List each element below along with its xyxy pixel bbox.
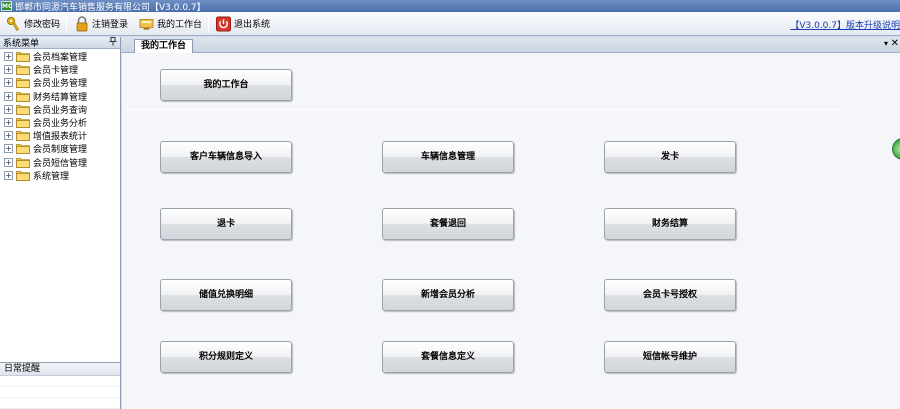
expand-icon[interactable]: + bbox=[4, 157, 13, 167]
workbench-content: 我的工作台 客户车辆信息导入 车辆信息管理 发卡 退卡 套餐退回 财务结算 储值… bbox=[122, 53, 900, 409]
folder-icon bbox=[16, 170, 30, 181]
issue-card-button[interactable]: 发卡 bbox=[604, 141, 736, 173]
change-password-label: 修改密码 bbox=[24, 20, 61, 30]
tab-bar: 我的工作台 ▾ ✕ bbox=[122, 37, 900, 53]
expand-icon[interactable]: + bbox=[4, 104, 13, 114]
tab-workbench[interactable]: 我的工作台 bbox=[134, 39, 194, 53]
vehicle-info-management-button[interactable]: 车辆信息管理 bbox=[382, 141, 514, 173]
tab-dropdown-icon[interactable]: ▾ bbox=[884, 39, 888, 48]
sidebar-item-label: 财务结算管理 bbox=[33, 92, 88, 103]
folder-icon bbox=[16, 104, 30, 115]
sidebar-item-label: 会员制度管理 bbox=[33, 145, 88, 156]
floating-assistant-icon[interactable] bbox=[892, 138, 900, 160]
sidebar-item-label: 会员档案管理 bbox=[33, 53, 88, 64]
folder-icon bbox=[16, 51, 30, 62]
sidebar-tree-item[interactable]: + 会员档案管理 bbox=[0, 50, 120, 63]
toolbar-separator bbox=[208, 14, 210, 33]
sidebar-tree-item[interactable]: + 增值报表统计 bbox=[0, 129, 120, 142]
title-bar: MC 邯郸市同源汽车销售服务有限公司【V3.0.0.7】 bbox=[0, 0, 900, 13]
stored-value-exchange-detail-button[interactable]: 储值兑换明细 bbox=[160, 279, 292, 311]
system-menu-header: 系统菜单 bbox=[0, 37, 120, 49]
package-info-definition-button[interactable]: 套餐信息定义 bbox=[382, 341, 514, 373]
workbench-icon bbox=[139, 16, 154, 32]
financial-settlement-button[interactable]: 财务结算 bbox=[604, 208, 736, 240]
sidebar-item-label: 会员业务管理 bbox=[33, 79, 88, 90]
reminder-row bbox=[0, 387, 120, 398]
exit-button[interactable]: 退出系统 bbox=[210, 13, 275, 35]
sms-account-maintenance-button[interactable]: 短信帐号维护 bbox=[604, 341, 736, 373]
sidebar-tree-item[interactable]: + 会员业务分析 bbox=[0, 116, 120, 129]
app-icon: MC bbox=[1, 1, 13, 11]
my-workbench-button[interactable]: 我的工作台 bbox=[160, 69, 292, 101]
expand-icon[interactable]: + bbox=[4, 170, 13, 180]
system-menu-title: 系统菜单 bbox=[3, 39, 40, 49]
sidebar-tree-item[interactable]: + 会员业务查询 bbox=[0, 103, 120, 116]
reminder-row bbox=[0, 398, 120, 409]
version-upgrade-link[interactable]: 【V3.0.0.7】版本升级说明 bbox=[790, 18, 900, 31]
folder-icon bbox=[16, 91, 30, 102]
expand-icon[interactable]: + bbox=[4, 91, 13, 101]
sidebar-item-label: 会员业务查询 bbox=[33, 105, 88, 116]
window-title: 邯郸市同源汽车销售服务有限公司【V3.0.0.7】 bbox=[15, 2, 206, 13]
toolbar-separator bbox=[66, 14, 68, 33]
expand-icon[interactable]: + bbox=[4, 118, 13, 128]
logout-button[interactable]: 注销登录 bbox=[68, 13, 133, 35]
sidebar-item-label: 系统管理 bbox=[33, 171, 70, 182]
toolbar: 修改密码 注销登录 我的工作台 退出系统 【V3.0.0.7】版本升级说明 bbox=[0, 12, 900, 36]
daily-reminder-header: 日常提醒 bbox=[0, 363, 120, 376]
power-icon bbox=[216, 16, 232, 32]
folder-icon bbox=[16, 117, 30, 128]
sidebar-item-label: 增值报表统计 bbox=[33, 132, 88, 143]
expand-icon[interactable]: + bbox=[4, 78, 13, 88]
change-password-button[interactable]: 修改密码 bbox=[0, 13, 65, 35]
tab-close-icon[interactable]: ✕ bbox=[891, 38, 899, 49]
folder-icon bbox=[16, 157, 30, 168]
sidebar-tree-item[interactable]: + 会员卡管理 bbox=[0, 63, 120, 76]
sidebar-item-label: 会员业务分析 bbox=[33, 119, 88, 130]
daily-reminder-panel: 日常提醒 bbox=[0, 362, 120, 409]
main-area: 我的工作台 ▾ ✕ 我的工作台 客户车辆信息导入 车辆信息管理 发卡 退卡 套餐… bbox=[122, 37, 900, 409]
system-menu-panel: 系统菜单 + 会员档案管理 + 会员卡管理 + 会员业务管理 + 财务结算管理 + 会员业务查询 +… bbox=[0, 37, 121, 409]
folder-icon bbox=[16, 143, 30, 155]
sidebar-tree-item[interactable]: + 财务结算管理 bbox=[0, 90, 120, 103]
expand-icon[interactable]: + bbox=[4, 52, 13, 62]
member-card-authorization-button[interactable]: 会员卡号授权 bbox=[604, 279, 736, 311]
expand-icon[interactable]: + bbox=[4, 144, 13, 154]
workbench-label: 我的工作台 bbox=[157, 20, 203, 30]
new-member-analysis-button[interactable]: 新增会员分析 bbox=[382, 279, 514, 311]
pin-icon[interactable] bbox=[109, 37, 117, 48]
return-card-button[interactable]: 退卡 bbox=[160, 208, 292, 240]
sidebar-tree-item[interactable]: + 会员制度管理 bbox=[0, 142, 120, 155]
exit-label: 退出系统 bbox=[234, 20, 271, 30]
lock-icon bbox=[74, 15, 89, 32]
expand-icon[interactable]: + bbox=[4, 131, 13, 141]
package-return-button[interactable]: 套餐退回 bbox=[382, 208, 514, 240]
logout-label: 注销登录 bbox=[92, 20, 129, 30]
customer-vehicle-import-button[interactable]: 客户车辆信息导入 bbox=[160, 141, 292, 173]
sidebar-tree-item[interactable]: + 系统管理 bbox=[0, 169, 120, 182]
sidebar-tree-item[interactable]: + 会员短信管理 bbox=[0, 156, 120, 169]
sidebar-item-label: 会员卡管理 bbox=[33, 66, 79, 77]
folder-icon bbox=[16, 130, 30, 142]
key-icon bbox=[6, 16, 21, 32]
sidebar-tree-item[interactable]: + 会员业务管理 bbox=[0, 76, 120, 89]
sidebar-item-label: 会员短信管理 bbox=[33, 158, 88, 169]
content-divider bbox=[126, 109, 840, 110]
workbench-button[interactable]: 我的工作台 bbox=[133, 13, 207, 35]
folder-icon bbox=[16, 64, 30, 76]
menu-tree: + 会员档案管理 + 会员卡管理 + 会员业务管理 + 财务结算管理 + 会员业务查询 + 会员业务分… bbox=[0, 49, 120, 182]
points-rule-definition-button[interactable]: 积分规则定义 bbox=[160, 341, 292, 373]
expand-icon[interactable]: + bbox=[4, 65, 13, 75]
folder-icon bbox=[16, 77, 30, 89]
reminder-row bbox=[0, 376, 120, 387]
